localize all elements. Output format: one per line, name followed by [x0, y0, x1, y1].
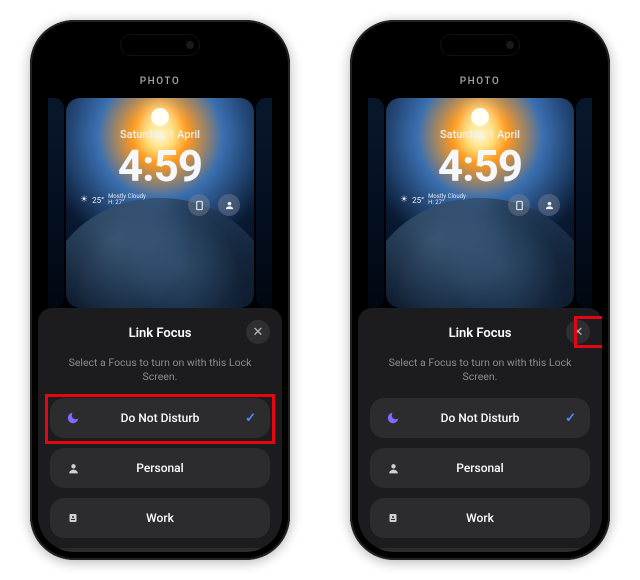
weather-hilo: H: 27°: [108, 200, 146, 206]
wallpaper-preview[interactable]: Saturday, 1 April 4:59 ☀ 25° Mostly Clou…: [66, 98, 254, 308]
focus-label: Work: [64, 511, 256, 525]
focus-label: Do Not Disturb: [64, 411, 256, 425]
lock-side-chips: [508, 194, 560, 216]
lock-side-chips: [188, 194, 240, 216]
close-icon: ✕: [253, 326, 264, 339]
prev-wallpaper-peek[interactable]: [48, 98, 64, 308]
screen: PHOTO Saturday, 1 April 4:59 ☀ 25° Mostl…: [38, 28, 282, 552]
weather-temp: 25°: [412, 196, 424, 205]
next-wallpaper-peek[interactable]: [576, 98, 592, 308]
focus-list: Do Not Disturb ✓ Personal Work: [50, 398, 270, 552]
phone-right: PHOTO Saturday, 1 April 4:59 ☀ 25° Mostl…: [350, 20, 610, 560]
close-button[interactable]: ✕: [566, 320, 590, 344]
focus-label: Personal: [64, 461, 256, 475]
sheet-header: Link Focus ✕: [370, 322, 590, 344]
focus-row-personal[interactable]: Personal: [50, 448, 270, 488]
dynamic-island: [120, 34, 200, 56]
focus-label: Personal: [384, 461, 576, 475]
close-icon: ✕: [573, 326, 584, 339]
checkmark-icon: ✓: [245, 411, 256, 426]
link-focus-icon[interactable]: [538, 194, 560, 216]
focus-row-sleep[interactable]: Sleep: [370, 548, 590, 552]
sun-graphic: [471, 108, 489, 126]
focus-label: Work: [384, 511, 576, 525]
wallpaper-preview[interactable]: Saturday, 1 April 4:59 ☀ 25° Mostly Clou…: [386, 98, 574, 308]
weather-hilo: H: 27°: [428, 200, 466, 206]
weather-widget: ☀ 25° Mostly Cloudy H: 27°: [400, 194, 466, 206]
focus-row-sleep[interactable]: Sleep: [50, 548, 270, 552]
focus-row-personal[interactable]: Personal: [370, 448, 590, 488]
phone-left: PHOTO Saturday, 1 April 4:59 ☀ 25° Mostl…: [30, 20, 290, 560]
weather-temp: 25°: [92, 196, 104, 205]
prev-wallpaper-peek[interactable]: [368, 98, 384, 308]
top-label: PHOTO: [358, 76, 602, 87]
sun-icon: ☀: [400, 196, 408, 205]
next-wallpaper-peek[interactable]: [256, 98, 272, 308]
lock-time: 4:59: [66, 140, 254, 192]
sheet-subtitle: Select a Focus to turn on with this Lock…: [64, 356, 256, 384]
focus-row-do-not-disturb[interactable]: Do Not Disturb ✓: [370, 398, 590, 438]
focus-row-work[interactable]: Work: [370, 498, 590, 538]
sun-icon: ☀: [80, 196, 88, 205]
sheet-header: Link Focus ✕: [50, 322, 270, 344]
top-label: PHOTO: [38, 76, 282, 87]
close-button[interactable]: ✕: [246, 320, 270, 344]
sun-graphic: [151, 108, 169, 126]
link-focus-sheet: Link Focus ✕ Select a Focus to turn on w…: [38, 308, 282, 552]
checkmark-icon: ✓: [565, 411, 576, 426]
weather-widget: ☀ 25° Mostly Cloudy H: 27°: [80, 194, 146, 206]
customize-icon[interactable]: [188, 194, 210, 216]
focus-label: Do Not Disturb: [384, 411, 576, 425]
link-focus-sheet: Link Focus ✕ Select a Focus to turn on w…: [358, 308, 602, 552]
focus-row-do-not-disturb[interactable]: Do Not Disturb ✓: [50, 398, 270, 438]
sheet-subtitle: Select a Focus to turn on with this Lock…: [384, 356, 576, 384]
sheet-title: Link Focus: [129, 326, 192, 341]
sheet-title: Link Focus: [449, 326, 512, 341]
focus-row-work[interactable]: Work: [50, 498, 270, 538]
link-focus-icon[interactable]: [218, 194, 240, 216]
lock-time: 4:59: [386, 140, 574, 192]
focus-list: Do Not Disturb ✓ Personal Work: [370, 398, 590, 552]
customize-icon[interactable]: [508, 194, 530, 216]
dynamic-island: [440, 34, 520, 56]
screen: PHOTO Saturday, 1 April 4:59 ☀ 25° Mostl…: [358, 28, 602, 552]
